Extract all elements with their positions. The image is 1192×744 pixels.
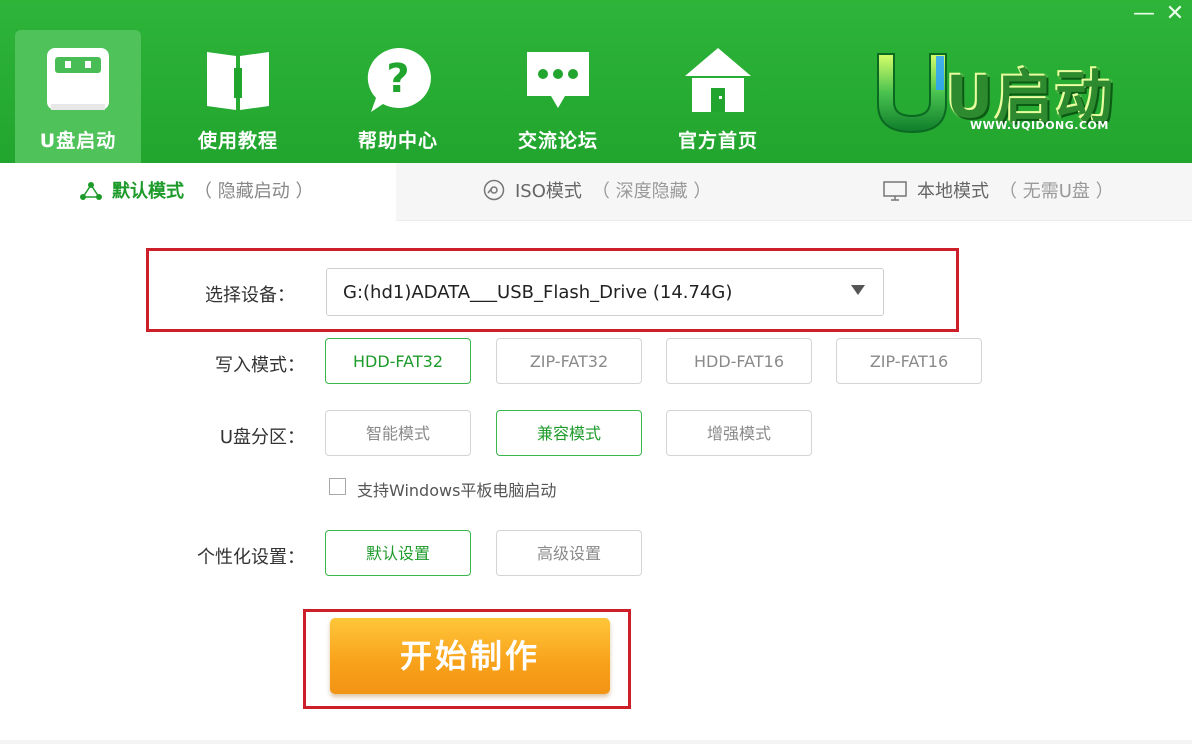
write-mode-hdd-fat16[interactable]: HDD-FAT16 [666, 338, 812, 384]
nav-item-homepage[interactable]: 官方首页 [655, 30, 781, 163]
personal-advanced-settings[interactable]: 高级设置 [496, 530, 642, 576]
tab-iso-mode[interactable]: ISO模式 （ 深度隐藏 ） [483, 177, 711, 205]
bottom-divider [0, 740, 1192, 744]
home-icon [685, 48, 751, 112]
minimize-icon[interactable]: — [1133, 3, 1155, 25]
u-logo-mark [877, 53, 947, 134]
nav-item-usb-boot[interactable]: U盘启动 [15, 30, 141, 163]
svg-text:?: ? [386, 56, 409, 102]
tab-label: 默认模式 [112, 181, 184, 202]
nav-item-forum[interactable]: 交流论坛 [495, 30, 621, 163]
write-mode-label: 写入模式： [215, 355, 305, 376]
partition-smart-mode[interactable]: 智能模式 [325, 410, 471, 456]
close-icon[interactable]: ✕ [1165, 3, 1185, 25]
question-bubble-icon: ? [367, 47, 431, 112]
tab-label: ISO模式 [515, 181, 582, 202]
tab-sublabel: （ 无需U盘 ） [999, 181, 1114, 202]
partition-enhanced-mode[interactable]: 增强模式 [666, 410, 812, 456]
app-logo: U启动 WWW.UQIDONG.COM [872, 48, 1132, 140]
write-mode-zip-fat32[interactable]: ZIP-FAT32 [496, 338, 642, 384]
nav-label: 使用教程 [197, 130, 278, 152]
mode-tab-bar: 默认模式 （ 隐藏启动 ） ISO模式 （ 深度隐藏 ） 本地模式 （ 无需U盘 ） [0, 163, 1192, 221]
logo-url: WWW.UQIDONG.COM [970, 119, 1109, 132]
device-select[interactable]: G:(hd1)ADATA___USB_Flash_Drive (14.74G) [326, 268, 884, 316]
device-label: 选择设备： [205, 285, 295, 306]
tablet-boot-label[interactable]: 支持Windows平板电脑启动 [357, 477, 556, 501]
book-icon [207, 52, 269, 110]
partition-compatible-mode[interactable]: 兼容模式 [496, 410, 642, 456]
tab-label: 本地模式 [917, 181, 989, 202]
disc-icon [483, 179, 505, 201]
monitor-icon [883, 181, 907, 201]
nav-label: 帮助中心 [357, 130, 438, 152]
tab-default-mode[interactable]: 默认模式 （ 隐藏启动 ） [80, 177, 313, 205]
nav-label: U盘启动 [39, 130, 117, 152]
app-header: — ✕ U盘启动 使用教程 ? 帮助中心 交流论坛 官方首页 U启动 WWW.U… [0, 0, 1192, 163]
tab-sublabel: （ 深度隐藏 ） [591, 181, 712, 202]
write-mode-hdd-fat32[interactable]: HDD-FAT32 [325, 338, 471, 384]
device-select-value: G:(hd1)ADATA___USB_Flash_Drive (14.74G) [343, 282, 733, 303]
tab-local-mode[interactable]: 本地模式 （ 无需U盘 ） [883, 177, 1114, 205]
chevron-down-icon[interactable] [851, 285, 865, 295]
start-button[interactable]: 开始制作 [330, 618, 610, 694]
partition-label: U盘分区： [219, 427, 305, 448]
nav-label: 官方首页 [677, 130, 758, 152]
nav-label: 交流论坛 [517, 130, 598, 152]
share-nodes-icon [80, 182, 102, 200]
write-mode-zip-fat16[interactable]: ZIP-FAT16 [836, 338, 982, 384]
tablet-boot-checkbox[interactable] [329, 478, 346, 495]
nav-item-tutorial[interactable]: 使用教程 [175, 30, 301, 163]
nav-item-help[interactable]: ? 帮助中心 [335, 30, 461, 163]
usb-drive-icon [47, 48, 109, 110]
chat-bubble-icon [527, 52, 589, 108]
personal-settings-label: 个性化设置： [197, 547, 305, 568]
tab-sublabel: （ 隐藏启动 ） [194, 181, 314, 202]
personal-default-settings[interactable]: 默认设置 [325, 530, 471, 576]
